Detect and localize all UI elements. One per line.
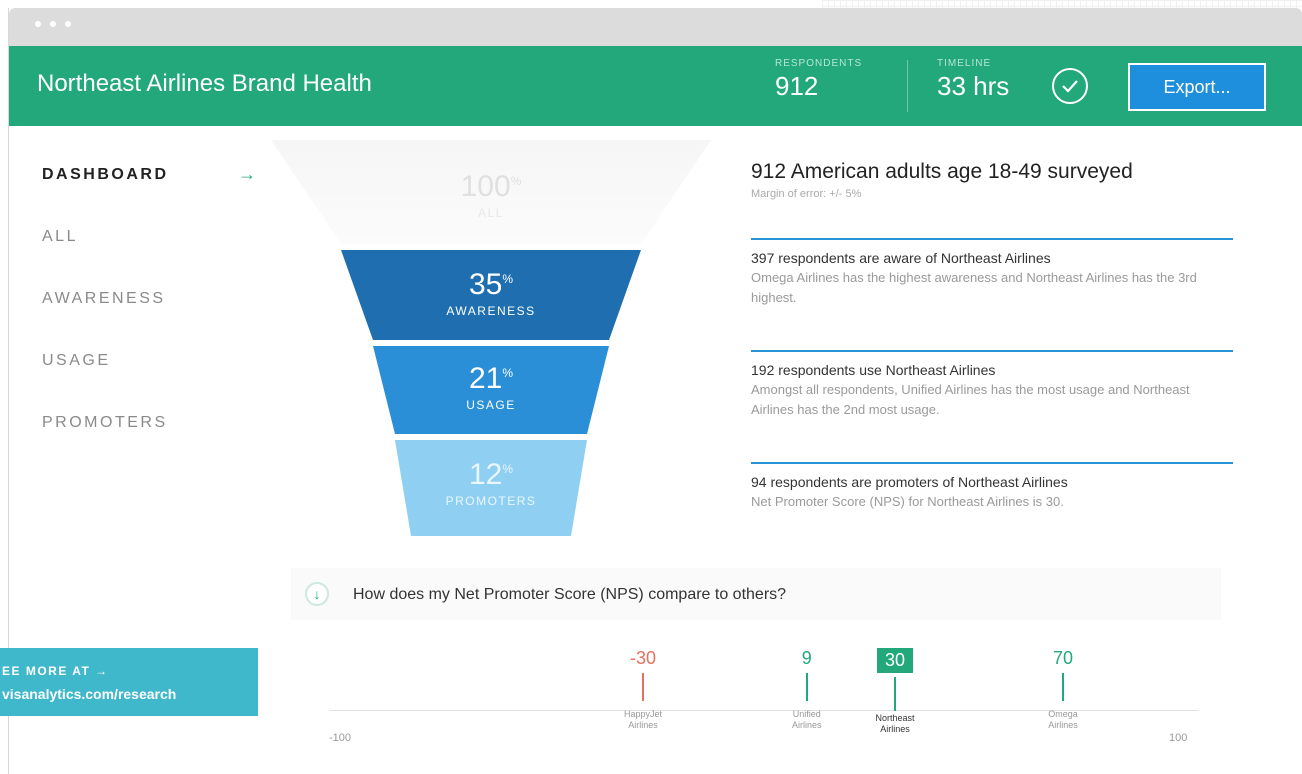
nps-marker[interactable]: 30 Northeast Airlines: [860, 648, 930, 735]
sidebar-item-promoters[interactable]: PROMOTERS: [42, 414, 168, 432]
nps-marker-name: Omega Airlines: [1048, 709, 1078, 730]
promo-line-1: EE MORE AT →: [2, 664, 109, 678]
nps-compare-toggle[interactable]: ↓ How does my Net Promoter Score (NPS) c…: [291, 568, 1221, 620]
page-title: Northeast Airlines Brand Health: [37, 70, 372, 97]
nps-marker-value: 70: [1052, 648, 1074, 668]
funnel-layer-awareness[interactable]: 35% AWARENESS: [391, 268, 591, 318]
respondents-label: RESPONDENTS: [775, 58, 863, 69]
compare-question: How does my Net Promoter Score (NPS) com…: [353, 586, 787, 603]
nps-min-label: -100: [329, 732, 352, 744]
arrow-right-icon: →: [238, 164, 256, 184]
nps-max-label: 100: [1169, 732, 1188, 744]
nps-marker-stem: [1062, 673, 1064, 701]
funnel-chart: 100% ALL 35% AWARENESS 21% USAGE 12% PRO…: [271, 140, 711, 550]
nps-marker-stem: [894, 677, 896, 711]
funnel-promoters-label: PROMOTERS: [445, 494, 537, 508]
promo-link[interactable]: visanalytics.com/research: [2, 686, 176, 702]
timeline-label: TIMELINE: [937, 58, 992, 69]
funnel-promoters-value: 12: [468, 458, 503, 491]
funnel-usage-unit: %: [502, 366, 514, 380]
fact-usage: 192 respondents use Northeast Airlines A…: [751, 350, 1233, 420]
window-dot-icon[interactable]: [35, 21, 41, 27]
nps-marker-stem: [805, 673, 808, 701]
summary-title: 912 American adults age 18-49 surveyed: [751, 160, 1133, 183]
funnel-awareness-label: AWARENESS: [446, 304, 536, 318]
window-controls: [35, 21, 71, 27]
funnel-layer-usage[interactable]: 21% USAGE: [391, 362, 591, 412]
funnel-awareness-unit: %: [502, 272, 514, 286]
sidebar-item-dashboard[interactable]: DASHBOARD: [42, 166, 169, 184]
arrow-down-icon[interactable]: ↓: [305, 582, 329, 606]
funnel-usage-value: 21: [468, 362, 503, 395]
nps-marker-name: Unified Airlines: [792, 709, 822, 730]
checkmark-icon[interactable]: [1052, 68, 1088, 104]
nps-scale: -100 100 -30 HappyJet Airlines 9 Unified Ai…: [329, 648, 1209, 758]
fact-promoters: 94 respondents are promoters of Northeas…: [751, 462, 1233, 512]
funnel-layer-all[interactable]: 100% ALL: [391, 170, 591, 220]
nps-marker[interactable]: 9 Unified Airlines: [772, 648, 842, 731]
fact-description: Net Promoter Score (NPS) for Northeast A…: [751, 494, 1064, 509]
window-chrome: [9, 8, 1302, 46]
timeline-value: 33 hrs: [937, 71, 1010, 101]
fact-title: 397 respondents are aware of Northeast A…: [751, 250, 1051, 266]
window-dot-icon[interactable]: [50, 21, 56, 27]
nps-marker[interactable]: -30 HappyJet Airlines: [608, 648, 678, 731]
survey-summary: 912 American adults age 18-49 surveyed M…: [751, 160, 1271, 509]
nps-marker-name: HappyJet Airlines: [623, 709, 663, 730]
margin-of-error: Margin of error: +/- 5%: [751, 188, 862, 200]
window-dot-icon[interactable]: [65, 21, 71, 27]
sidebar-item-usage[interactable]: USAGE: [42, 352, 111, 370]
respondents-stat: RESPONDENTS 912: [775, 58, 862, 102]
sidebar-item-all[interactable]: ALL: [42, 228, 78, 246]
fact-description: Omega Airlines has the highest awareness…: [751, 270, 1197, 305]
funnel-promoters-unit: %: [502, 462, 514, 476]
export-button[interactable]: Export...: [1128, 63, 1266, 111]
fact-awareness: 397 respondents are aware of Northeast A…: [751, 238, 1233, 308]
respondents-value: 912: [775, 71, 819, 101]
funnel-all-unit: %: [510, 174, 522, 188]
header-divider: [907, 60, 908, 112]
funnel-awareness-value: 35: [468, 268, 503, 301]
nps-marker-value: 9: [801, 648, 812, 668]
fact-title: 94 respondents are promoters of Northeas…: [751, 474, 1068, 490]
timeline-stat: TIMELINE 33 hrs: [937, 58, 1009, 102]
funnel-layer-promoters[interactable]: 12% PROMOTERS: [391, 458, 591, 508]
funnel-usage-label: USAGE: [466, 398, 516, 412]
fact-title: 192 respondents use Northeast Airlines: [751, 362, 996, 378]
promo-banner[interactable]: EE MORE AT → visanalytics.com/research: [0, 648, 258, 716]
app-header: Northeast Airlines Brand Health RESPONDE…: [9, 46, 1302, 126]
nps-marker-stem: [642, 673, 644, 701]
nps-marker-value: -30: [629, 648, 656, 668]
nps-marker-value: 30: [876, 648, 914, 673]
funnel-all-value: 100: [460, 170, 511, 203]
funnel-all-label: ALL: [478, 206, 504, 220]
nps-marker[interactable]: 70 Omega Airlines: [1028, 648, 1098, 731]
nps-marker-name: Northeast Airlines: [875, 713, 915, 734]
sidebar-item-awareness[interactable]: AWARENESS: [42, 290, 166, 308]
fact-description: Amongst all respondents, Unified Airline…: [751, 382, 1190, 417]
